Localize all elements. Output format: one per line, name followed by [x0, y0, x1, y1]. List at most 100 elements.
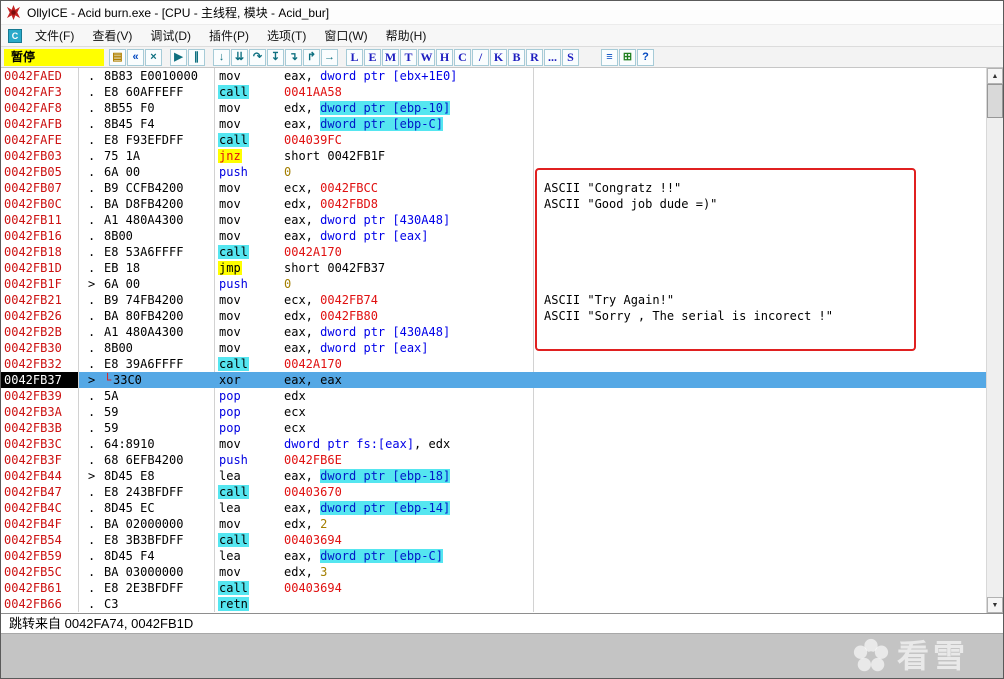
step-into-button[interactable]: ↓ — [213, 48, 230, 66]
address-cell: 0042FAF3 — [1, 84, 79, 100]
menu-plugins[interactable]: 插件(P) — [200, 25, 258, 46]
address-cell: 0042FB16 — [1, 228, 79, 244]
disasm-row-0042FAF8[interactable]: 0042FAF8. 8B55 F0 mov edx, dword ptr [ebp-1… — [1, 100, 986, 116]
cpu-window-button[interactable]: C — [454, 48, 471, 66]
kanxue-flower-icon — [853, 638, 889, 672]
trace-over-button[interactable]: ↴ — [285, 48, 302, 66]
comment-cell — [534, 484, 986, 500]
address-cell: 0042FB11 — [1, 212, 79, 228]
open-file-button[interactable]: ▤ — [109, 48, 126, 66]
disasm-row-0042FB18[interactable]: 0042FB18. E8 53A6FFFF call 0042A170 — [1, 244, 986, 260]
cpu-child-window-icon[interactable]: C — [8, 28, 22, 43]
disasm-row-0042FB5C[interactable]: 0042FB5C. BA 03000000 mov edx, 3 — [1, 564, 986, 580]
executables-window-button[interactable]: E — [364, 48, 381, 66]
patches-window-button[interactable]: / — [472, 48, 489, 66]
disasm-row-0042FB66[interactable]: 0042FB66. C3 retn — [1, 596, 986, 612]
appearance-button[interactable]: ⊞ — [619, 48, 636, 66]
disasm-row-0042FB30[interactable]: 0042FB30. 8B00 mov eax, dword ptr [eax] — [1, 340, 986, 356]
address-cell: 0042FB4C — [1, 500, 79, 516]
disassembly-cell: call 0042A170 — [215, 356, 534, 372]
comment-cell — [534, 468, 986, 484]
disasm-row-0042FB07[interactable]: 0042FB07. B9 CCFB4200 mov ecx, 0042FBCC ASCI… — [1, 180, 986, 196]
run-button[interactable]: ▶ — [170, 48, 187, 66]
disasm-row-0042FB39[interactable]: 0042FB39. 5A pop edx — [1, 388, 986, 404]
disasm-row-0042FB16[interactable]: 0042FB16. 8B00 mov eax, dword ptr [eax] — [1, 228, 986, 244]
disasm-row-0042FB4F[interactable]: 0042FB4F. BA 02000000 mov edx, 2 — [1, 516, 986, 532]
disasm-row-0042FB4C[interactable]: 0042FB4C. 8D45 EC lea eax, dword ptr [ebp-1… — [1, 500, 986, 516]
menu-view[interactable]: 查看(V) — [83, 25, 141, 46]
source-window-button[interactable]: S — [562, 48, 579, 66]
breakpoints-window-button[interactable]: B — [508, 48, 525, 66]
disasm-row-0042FB21[interactable]: 0042FB21. B9 74FB4200 mov ecx, 0042FB74 ASCI… — [1, 292, 986, 308]
handles-window-button[interactable]: H — [436, 48, 453, 66]
disasm-row-0042FAFE[interactable]: 0042FAFE. E8 F93EFDFF call 004039FC — [1, 132, 986, 148]
disasm-row-0042FB54[interactable]: 0042FB54. E8 3B3BFDFF call 00403694 — [1, 532, 986, 548]
hexdump-cell: . A1 480A4300 — [79, 324, 215, 340]
disasm-row-0042FB2B[interactable]: 0042FB2B. A1 480A4300 mov eax, dword ptr [4… — [1, 324, 986, 340]
scroll-down-button[interactable]: ▼ — [987, 597, 1003, 613]
hexdump-cell: . E8 53A6FFFF — [79, 244, 215, 260]
disasm-row-0042FB05[interactable]: 0042FB05. 6A 00 push 0 — [1, 164, 986, 180]
log-window-button[interactable]: L — [346, 48, 363, 66]
windows-window-button[interactable]: W — [418, 48, 435, 66]
disasm-row-0042FAED[interactable]: 0042FAED. 8B83 E0010000 mov eax, dword ptr … — [1, 68, 986, 84]
disasm-row-0042FB11[interactable]: 0042FB11. A1 480A4300 mov eax, dword ptr [4… — [1, 212, 986, 228]
step-into-icon: ↓ — [218, 50, 225, 63]
scroll-up-button[interactable]: ▲ — [987, 68, 1003, 84]
comment-cell — [534, 228, 986, 244]
disassembly-cell: retn — [215, 596, 534, 612]
help-button[interactable]: ? — [637, 48, 654, 66]
address-cell: 0042FAFB — [1, 116, 79, 132]
menu-file[interactable]: 文件(F) — [26, 25, 83, 46]
disasm-row-0042FB03[interactable]: 0042FB03. 75 1A jnz short 0042FB1F — [1, 148, 986, 164]
threads-window-button[interactable]: T — [400, 48, 417, 66]
disasm-row-0042FB44[interactable]: 0042FB44 >8D45 E8 lea eax, dword ptr [ebp-1… — [1, 468, 986, 484]
run-trace-window-button[interactable]: ... — [544, 48, 561, 66]
disasm-row-0042FB3A[interactable]: 0042FB3A. 59 pop ecx — [1, 404, 986, 420]
call-stack-window-button[interactable]: K — [490, 48, 507, 66]
menu-debug[interactable]: 调试(D) — [141, 25, 200, 46]
menu-options[interactable]: 选项(T) — [258, 25, 315, 46]
menu-help[interactable]: 帮助(H) — [377, 25, 436, 46]
disasm-row-0042FB59[interactable]: 0042FB59. 8D45 F4 lea eax, dword ptr [ebp-C… — [1, 548, 986, 564]
vertical-scrollbar[interactable]: ▲ ▼ — [986, 68, 1003, 613]
jump-info-pane[interactable]: 跳转来自 0042FA74, 0042FB1D — [1, 613, 1003, 633]
step-over-button[interactable]: ↷ — [249, 48, 266, 66]
address-cell: 0042FB59 — [1, 548, 79, 564]
disasm-row-0042FB37[interactable]: 0042FB37 > └ 33C0 xor eax, eax — [1, 372, 986, 388]
disasm-row-0042FB26[interactable]: 0042FB26. BA 80FB4200 mov edx, 0042FB80 ASCI… — [1, 308, 986, 324]
address-cell: 0042FB1F — [1, 276, 79, 292]
disasm-row-0042FAFB[interactable]: 0042FAFB. 8B45 F4 mov eax, dword ptr [ebp-C… — [1, 116, 986, 132]
disasm-row-0042FB47[interactable]: 0042FB47. E8 243BFDFF call 00403670 — [1, 484, 986, 500]
scrollbar-thumb[interactable] — [987, 84, 1003, 118]
comment-cell — [534, 436, 986, 452]
hexdump-cell: . 8D45 F4 — [79, 548, 215, 564]
disasm-row-0042FB1F[interactable]: 0042FB1F >6A 00 push 0 — [1, 276, 986, 292]
disasm-row-0042FB32[interactable]: 0042FB32. E8 39A6FFFF call 0042A170 — [1, 356, 986, 372]
restart-button[interactable]: « — [127, 48, 144, 66]
references-window-button[interactable]: R — [526, 48, 543, 66]
animate-into-button[interactable]: ⇊ — [231, 48, 248, 66]
disasm-row-0042FB61[interactable]: 0042FB61. E8 2E3BFDFF call 00403694 — [1, 580, 986, 596]
menu-window[interactable]: 窗口(W) — [315, 25, 376, 46]
disasm-row-0042FAF3[interactable]: 0042FAF3. E8 60AFFEFF call 0041AA58 — [1, 84, 986, 100]
disassembly-pane[interactable]: 0042FAED. 8B83 E0010000 mov eax, dword ptr … — [1, 68, 986, 613]
pause-button[interactable]: ∥ — [188, 48, 205, 66]
disasm-row-0042FB3C[interactable]: 0042FB3C. 64:8910 mov dword ptr fs:[eax], e… — [1, 436, 986, 452]
close-program-button[interactable]: × — [145, 48, 162, 66]
disasm-row-0042FB1D[interactable]: 0042FB1D. EB 18 jmp short 0042FB37 — [1, 260, 986, 276]
disassembly-cell: mov eax, dword ptr [430A48] — [215, 212, 534, 228]
disasm-row-0042FB3F[interactable]: 0042FB3F. 68 6EFB4200 push 0042FB6E — [1, 452, 986, 468]
letter-R-icon: R — [530, 50, 539, 64]
options-button[interactable]: ≡ — [601, 48, 618, 66]
trace-into-button[interactable]: ↧ — [267, 48, 284, 66]
comment-cell — [534, 564, 986, 580]
address-cell: 0042FB44 — [1, 468, 79, 484]
disasm-row-0042FB3B[interactable]: 0042FB3B. 59 pop ecx — [1, 420, 986, 436]
disasm-row-0042FB0C[interactable]: 0042FB0C. BA D8FB4200 mov edx, 0042FBD8 ASCI… — [1, 196, 986, 212]
memory-window-button[interactable]: M — [382, 48, 399, 66]
letter-L-icon: L — [350, 50, 359, 64]
go-to-button[interactable]: → — [321, 48, 338, 66]
disassembly-cell: mov eax, dword ptr [ebp-C] — [215, 116, 534, 132]
execute-till-return-button[interactable]: ↱ — [303, 48, 320, 66]
